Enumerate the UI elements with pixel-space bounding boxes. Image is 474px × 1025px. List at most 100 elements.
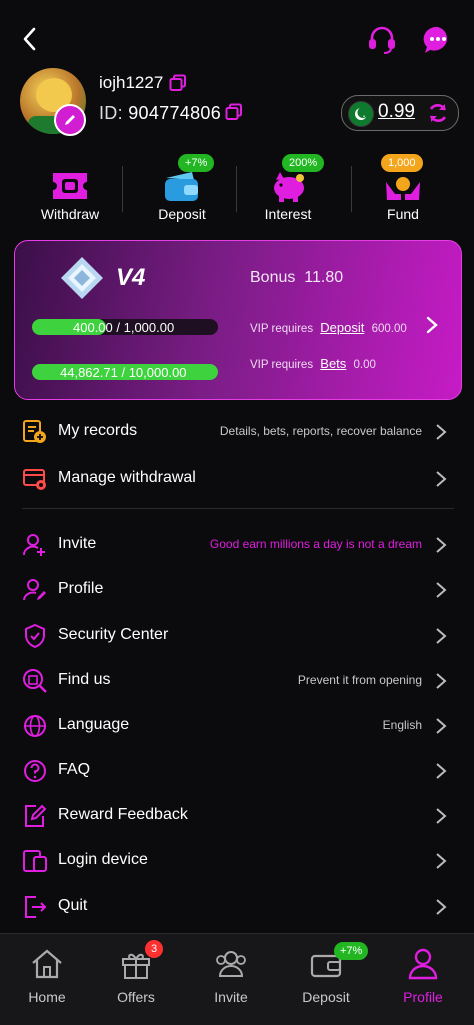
quick-interest[interactable]: 200% Interest: [238, 150, 338, 230]
quick-fund[interactable]: 1,000 Fund: [353, 150, 453, 230]
bonus-label: Bonus: [250, 269, 296, 286]
menu-label: Language: [58, 716, 130, 733]
chevron-right-icon: [436, 628, 447, 644]
devices-icon: [23, 850, 47, 872]
menu-label: Quit: [58, 897, 88, 914]
menu-manage-withdrawal[interactable]: Manage withdrawal: [0, 458, 474, 498]
copy-username-icon[interactable]: [169, 74, 187, 92]
menu-login-device[interactable]: Login device: [0, 840, 474, 880]
hands-coin-icon: [386, 177, 420, 200]
edit-avatar-icon[interactable]: [54, 104, 86, 136]
bonus-value: 11.80: [304, 269, 344, 286]
quick-deposit[interactable]: +7% Deposit: [132, 150, 232, 230]
menu-find-us[interactable]: Find us Prevent it from opening: [0, 660, 474, 700]
refresh-icon[interactable]: [426, 101, 450, 125]
req-label: VIP requires: [250, 359, 314, 371]
tab-invite[interactable]: Invite: [184, 934, 278, 1025]
menu-subtext: Details, bets, reports, recover balance: [219, 424, 422, 438]
deposit-link[interactable]: Deposit: [320, 320, 364, 335]
tab-offers[interactable]: 3 Offers: [89, 934, 183, 1025]
chevron-right-icon: [436, 424, 447, 440]
deposit-req-value: 600.00: [371, 323, 407, 335]
back-chevron-left-icon[interactable]: [18, 24, 42, 54]
records-icon: [23, 420, 46, 443]
req-label: VIP requires: [250, 323, 314, 335]
vip-level: V4: [116, 264, 146, 291]
menu-profile[interactable]: Profile: [0, 569, 474, 609]
vip-card[interactable]: V4 Bonus 11.80 400.00 / 1,000.00 44,862.…: [14, 240, 462, 400]
user-id: ID: 904774806: [99, 103, 221, 124]
divider: [351, 166, 352, 212]
fund-badge: 1,000: [381, 154, 423, 172]
chevron-right-icon: [436, 537, 447, 553]
headset-icon[interactable]: [366, 24, 398, 56]
chat-bubble-icon[interactable]: [422, 24, 454, 56]
menu-label: FAQ: [58, 761, 91, 778]
vip-diamond-icon: [61, 257, 103, 299]
tab-deposit[interactable]: +7% Deposit: [279, 934, 373, 1025]
menu-label: Security Center: [58, 626, 169, 643]
offers-count-badge: 3: [145, 940, 163, 958]
chevron-right-icon: [436, 899, 447, 915]
chevron-right-icon: [436, 763, 447, 779]
logout-icon: [25, 896, 47, 918]
menu-invite[interactable]: Invite Good earn millions a day is not a…: [0, 524, 474, 564]
menu-security-center[interactable]: Security Center: [0, 615, 474, 655]
interest-badge: 200%: [282, 154, 325, 172]
deposit-current: 400.00: [73, 320, 113, 335]
feedback-edit-icon: [25, 804, 47, 827]
menu-reward-feedback[interactable]: Reward Feedback: [0, 795, 474, 835]
group-icon: [216, 951, 246, 977]
chevron-right-icon[interactable]: [425, 315, 439, 335]
menu-subtext: Good earn millions a day is not a dream: [209, 537, 422, 551]
bottom-tab-bar: Home 3 Offers Invite +7% Deposit Profile: [0, 933, 474, 1025]
tab-profile[interactable]: Profile: [376, 934, 470, 1025]
search-building-icon: [23, 669, 47, 693]
tab-home[interactable]: Home: [0, 934, 94, 1025]
user-id-value: 904774806: [128, 103, 222, 123]
deposit-target: / 1,000.00: [116, 320, 175, 335]
menu-faq[interactable]: FAQ: [0, 750, 474, 790]
menu-label: Manage withdrawal: [58, 469, 196, 486]
quick-label: Fund: [387, 206, 419, 222]
ticket-icon: [53, 173, 87, 199]
menu-subtext: English: [382, 718, 422, 732]
deposit-bonus-badge: +7%: [178, 154, 215, 172]
home-icon: [32, 949, 62, 979]
menu-label: Reward Feedback: [58, 806, 188, 823]
vip-deposit-requirement: VIP requires Deposit 600.00: [250, 320, 407, 335]
deposit-progress-text: 400.00 / 1,000.00: [73, 320, 174, 335]
chevron-right-icon: [436, 673, 447, 689]
tab-label: Offers: [117, 989, 155, 1005]
quick-withdraw[interactable]: Withdraw: [20, 150, 120, 230]
quick-label: Deposit: [158, 206, 206, 222]
user-id-label: ID:: [99, 103, 123, 123]
vip-bets-requirement: VIP requires Bets 0.00: [250, 356, 376, 371]
balance-value: 0.99: [378, 101, 415, 122]
tab-label: Home: [28, 989, 66, 1005]
copy-id-icon[interactable]: [225, 103, 243, 121]
quick-label: Interest: [264, 206, 312, 222]
bets-link[interactable]: Bets: [320, 356, 346, 371]
shield-check-icon: [25, 623, 45, 649]
chevron-right-icon: [436, 582, 447, 598]
username: iojh1227: [99, 73, 164, 92]
chevron-right-icon: [436, 853, 447, 869]
menu-language[interactable]: Language English: [0, 705, 474, 745]
menu-label: Profile: [58, 580, 104, 597]
divider: [236, 166, 237, 212]
deposit-tab-badge: +7%: [334, 942, 369, 960]
menu-label: Invite: [58, 535, 97, 552]
bets-req-value: 0.00: [353, 359, 376, 371]
bets-target: / 10,000.00: [121, 365, 187, 380]
menu-label: Find us: [58, 671, 111, 688]
wallet-icon: [165, 172, 198, 201]
tab-label: Profile: [403, 989, 443, 1005]
piggy-bank-icon: [274, 172, 304, 202]
globe-icon: [24, 715, 46, 737]
bets-progress-text: 44,862.71 / 10,000.00: [60, 365, 187, 380]
pakistan-flag-icon: [348, 101, 374, 127]
menu-quit[interactable]: Quit: [0, 886, 474, 926]
menu-my-records[interactable]: My records Details, bets, reports, recov…: [0, 411, 474, 451]
user-edit-icon: [23, 579, 46, 601]
